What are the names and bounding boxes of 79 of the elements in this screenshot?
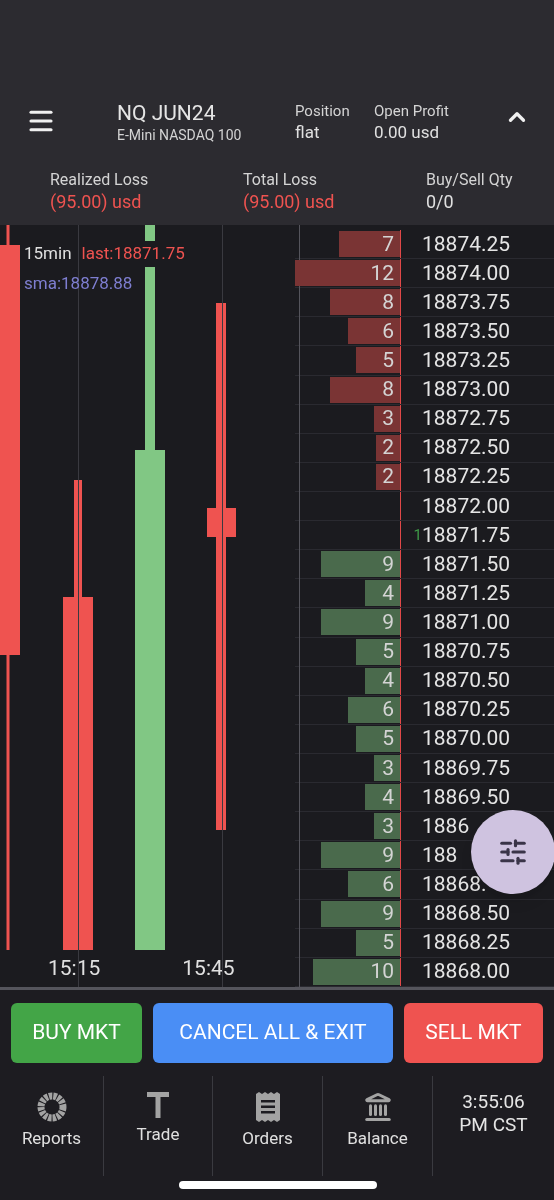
- last-price-label: last:18871.75: [81, 241, 185, 267]
- volume-quantity: 2: [382, 466, 394, 488]
- clock-time: 3:55:06: [462, 1090, 525, 1113]
- volume-quantity: 6: [382, 699, 394, 721]
- price-level[interactable]: 18872.25: [422, 466, 511, 488]
- price-level[interactable]: 18870.50: [422, 670, 511, 692]
- summary-label: Total Loss: [243, 170, 318, 190]
- volume-quantity: 3: [382, 408, 394, 430]
- price-level[interactable]: 18869.50: [422, 786, 511, 808]
- price-level[interactable]: 188: [422, 844, 458, 866]
- volume-quantity: 4: [382, 582, 394, 604]
- price-level[interactable]: 18870.25: [422, 699, 511, 721]
- stat-value: 0.00 usd: [374, 121, 441, 143]
- letter-t-icon: [147, 1092, 169, 1118]
- price-level[interactable]: 18871.50: [422, 553, 511, 575]
- volume-quantity: 8: [382, 379, 394, 401]
- volume-quantity: 12: [370, 262, 394, 284]
- price-level[interactable]: 18873.75: [422, 291, 511, 313]
- summary-value: (95.00) usd: [50, 190, 143, 214]
- price-level[interactable]: 18873.00: [422, 379, 511, 401]
- ring-icon: [36, 1092, 67, 1122]
- symbol-title: NQ JUN24: [117, 100, 217, 126]
- price-level[interactable]: 18872.50: [422, 437, 511, 459]
- price-level[interactable]: 18874.25: [422, 233, 511, 255]
- time-axis-label: 15:15: [48, 954, 101, 982]
- settings-icon: [498, 837, 528, 867]
- volume-quantity: 9: [382, 553, 394, 575]
- volume-quantity: 3: [382, 815, 394, 837]
- volume-quantity: 2: [382, 437, 394, 459]
- stat-label: Open Profit: [374, 101, 450, 121]
- summary-label: Buy/Sell Qty: [426, 170, 514, 190]
- sma-label: sma:18878.88: [24, 271, 134, 295]
- volume-quantity: 6: [382, 320, 394, 342]
- price-level[interactable]: 18868.25: [422, 932, 511, 954]
- time-axis-label: 15:45: [182, 954, 235, 982]
- volume-quantity: 5: [382, 350, 394, 371]
- volume-quantity: 7: [382, 233, 394, 255]
- last-trade-size: 1: [413, 524, 422, 546]
- price-level[interactable]: 18868.50: [422, 903, 511, 925]
- chart-interval: 15min: [24, 242, 72, 265]
- nav-tab[interactable]: Reports: [0, 1076, 104, 1176]
- price-level[interactable]: 18869.75: [422, 757, 511, 779]
- volume-quantity: 5: [382, 641, 394, 663]
- volume-quantity: 5: [382, 932, 394, 954]
- price-level[interactable]: 18872.00: [422, 495, 511, 517]
- nav-tab[interactable]: Orders: [213, 1076, 323, 1176]
- summary-value: 0/0: [426, 190, 455, 214]
- bank-icon: [362, 1092, 393, 1122]
- price-level[interactable]: 18874.00: [422, 262, 511, 284]
- volume-quantity: 9: [382, 611, 394, 633]
- volume-quantity: 3: [382, 757, 394, 779]
- price-level[interactable]: 18868.: [422, 873, 487, 895]
- volume-quantity: 9: [382, 844, 394, 866]
- nav-tab[interactable]: Trade: [104, 1076, 213, 1176]
- stat-value: flat: [295, 121, 321, 143]
- price-level[interactable]: 18871.75: [422, 524, 511, 546]
- volume-quantity: 4: [382, 786, 394, 808]
- volume-quantity: 9: [382, 903, 394, 925]
- price-level[interactable]: 18870.00: [422, 728, 511, 750]
- price-level[interactable]: 18872.75: [422, 408, 511, 430]
- price-level[interactable]: 18873.25: [422, 350, 511, 371]
- price-level[interactable]: 1886: [422, 815, 470, 837]
- price-level[interactable]: 18868.00: [422, 961, 511, 983]
- summary-value: (95.00) usd: [243, 190, 336, 214]
- volume-quantity: 5: [382, 728, 394, 750]
- nav-tab[interactable]: Balance: [323, 1076, 433, 1176]
- symbol-description: E-Mini NASDAQ 100: [117, 126, 243, 144]
- volume-quantity: 4: [382, 670, 394, 692]
- price-level[interactable]: 18871.25: [422, 582, 511, 604]
- price-level[interactable]: 18870.75: [422, 641, 511, 663]
- receipt-icon: [254, 1092, 281, 1122]
- volume-quantity: 6: [382, 873, 394, 895]
- volume-quantity: 10: [370, 961, 394, 983]
- price-level[interactable]: 18871.00: [422, 611, 511, 633]
- clock-time: PM CST: [459, 1113, 528, 1136]
- stat-label: Position: [295, 101, 351, 121]
- price-level[interactable]: 18873.50: [422, 320, 511, 342]
- volume-quantity: 8: [382, 291, 394, 313]
- summary-label: Realized Loss: [50, 170, 150, 190]
